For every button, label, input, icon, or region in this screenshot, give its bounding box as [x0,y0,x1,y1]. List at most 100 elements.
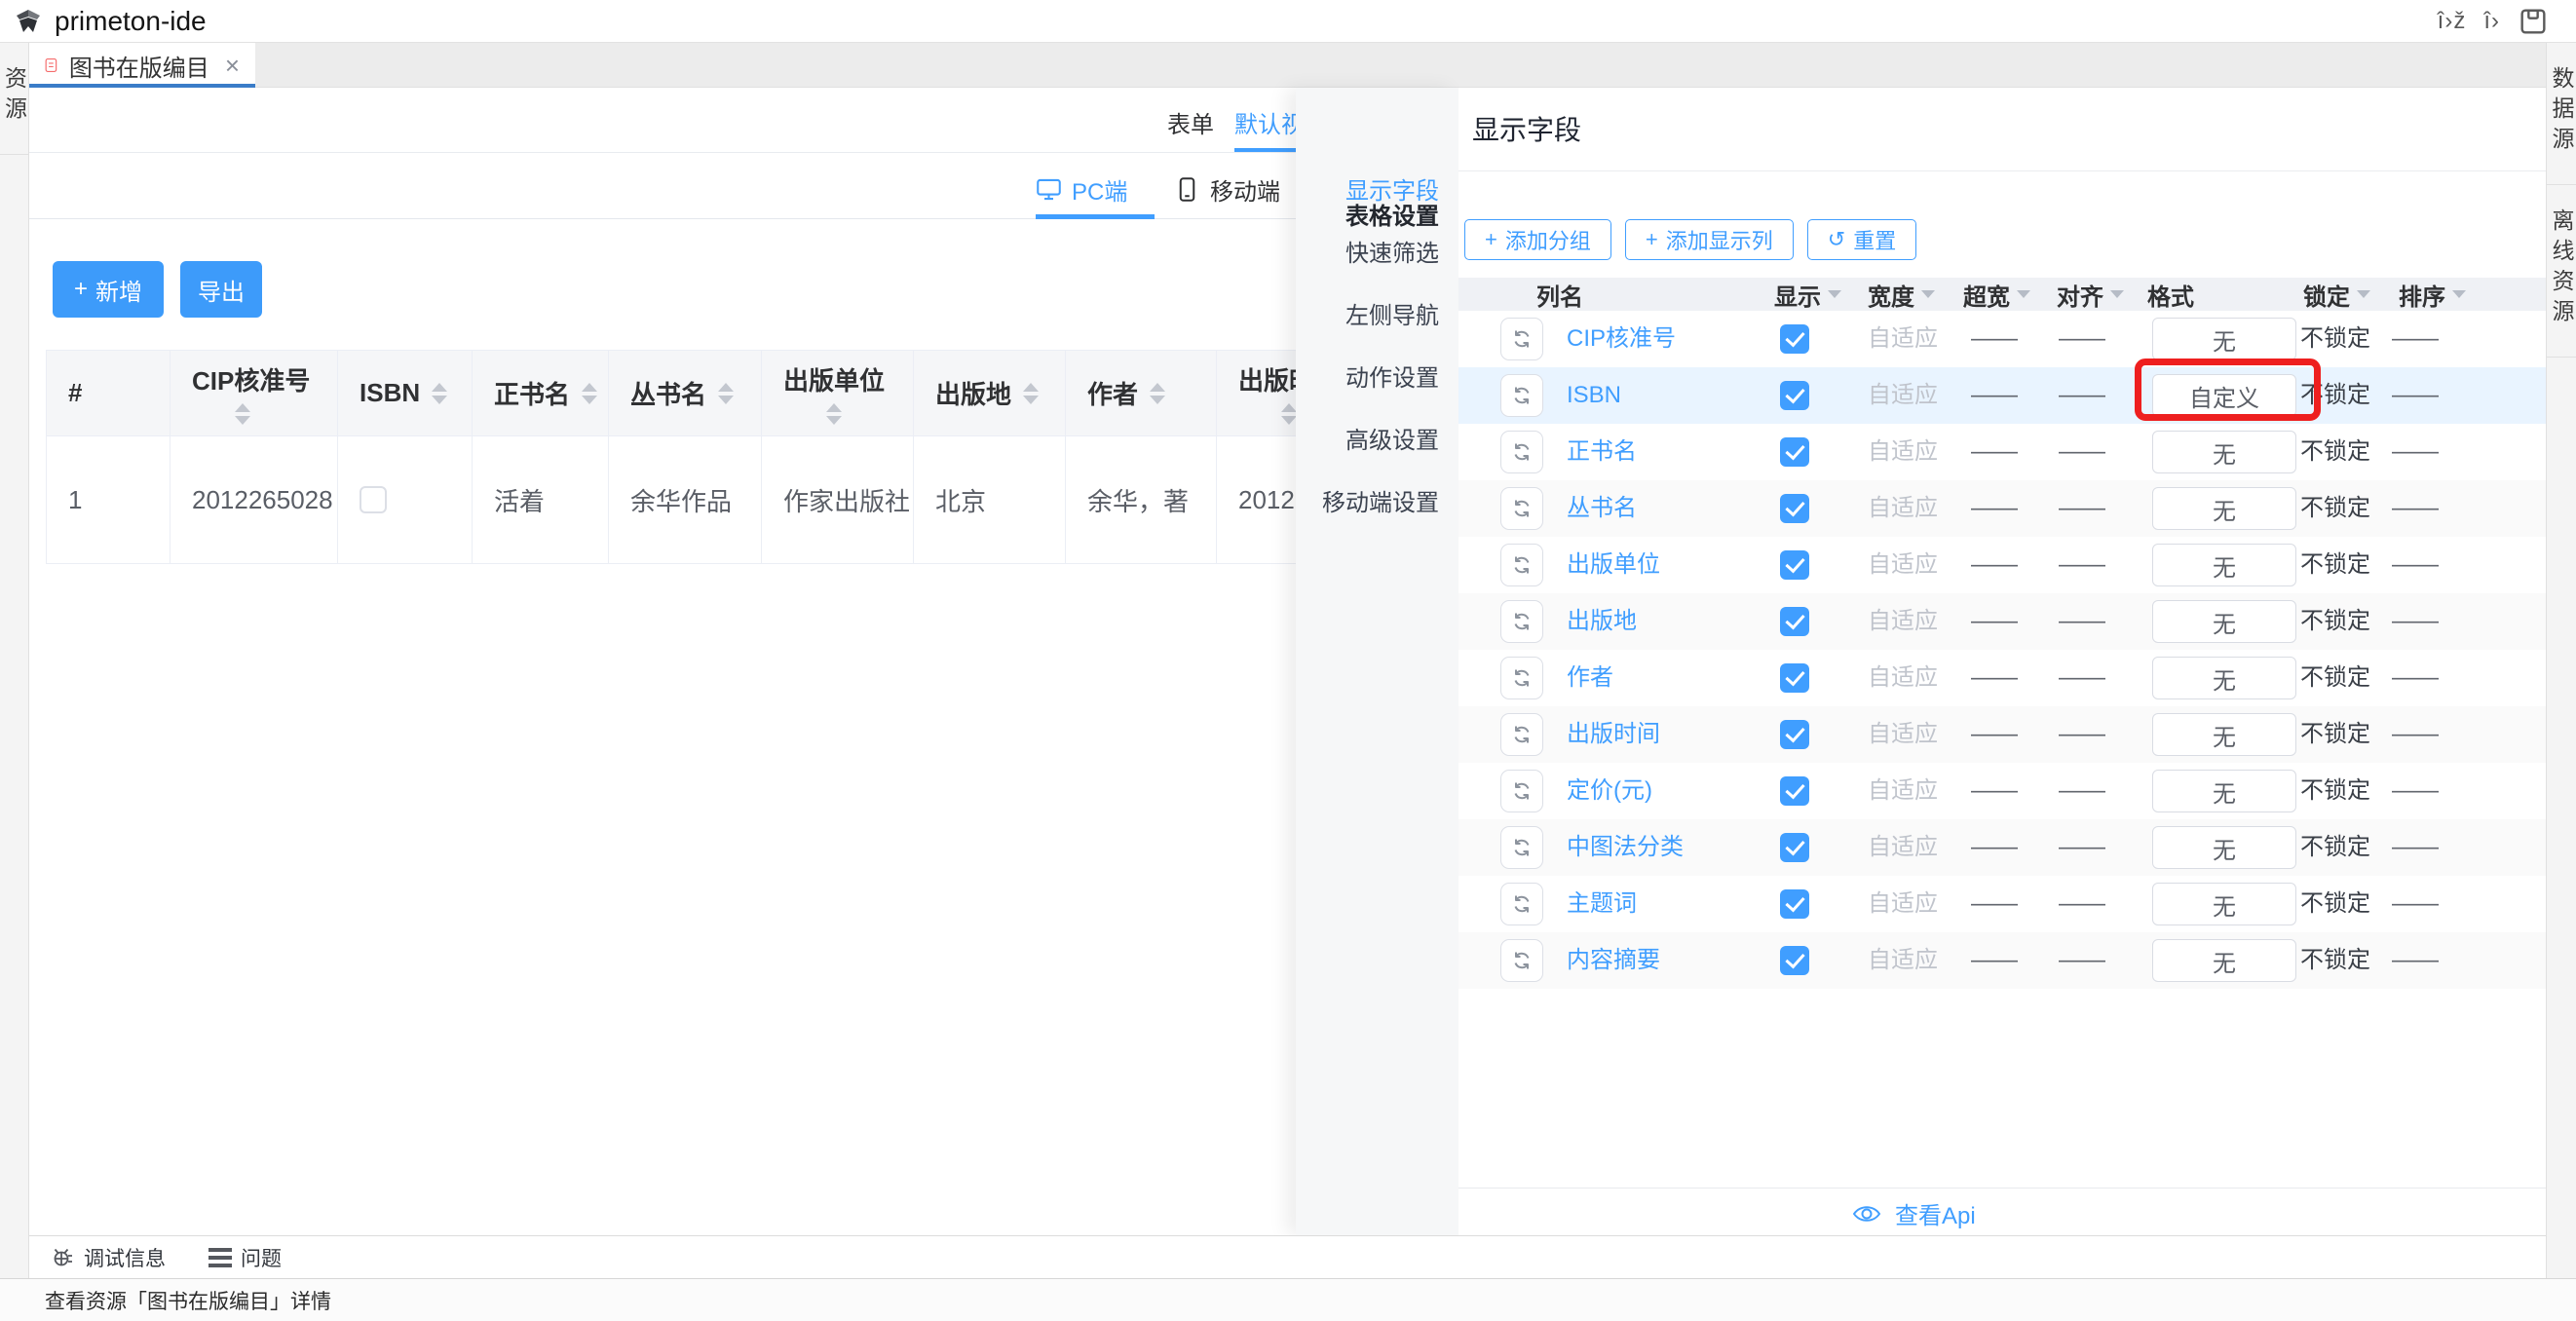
table-row[interactable]: 1 2012265028 活着 余华作品 作家出版社 北京 余华，著 2012. [47,436,1383,563]
titlebar-glyph-icon[interactable]: î›ž [2438,8,2467,35]
grid-column-header[interactable]: 超宽 [1963,278,2030,311]
refresh-icon[interactable] [1500,939,1543,982]
grid-column-header[interactable]: 显示 [1774,278,1841,311]
refresh-icon[interactable] [1500,883,1543,925]
chevron-down-icon[interactable] [2017,290,2030,298]
field-name-link[interactable]: 出版地 [1567,593,1637,650]
visible-checkbox[interactable] [1780,324,1809,354]
field-name-link[interactable]: CIP核准号 [1567,311,1676,367]
field-name-link[interactable]: 内容摘要 [1567,932,1660,989]
visible-checkbox[interactable] [1780,381,1809,410]
isbn-checkbox[interactable] [360,486,387,513]
grid-column-header[interactable]: 宽度 [1868,278,1935,311]
sidebar-item[interactable]: 快速筛选 [1345,234,1439,268]
panel-action-button[interactable]: + 添加分组 [1464,219,1611,260]
sort-arrows-icon[interactable] [432,383,447,404]
field-name-link[interactable]: 出版时间 [1567,706,1660,763]
format-button[interactable]: 无 [2152,826,2296,869]
chevron-down-icon[interactable] [2452,290,2466,298]
panel-action-button[interactable]: ↺ 重置 [1807,219,1916,260]
refresh-icon[interactable] [1500,487,1543,530]
sidebar-item[interactable]: 高级设置 [1345,421,1439,455]
sidebar-item[interactable]: 显示字段 [1345,171,1439,206]
sidebar-item[interactable]: 动作设置 [1345,359,1439,393]
field-row[interactable]: 出版地 自适应 —— —— 无 不锁定 —— [1458,593,2546,650]
refresh-icon[interactable] [1500,318,1543,360]
field-name-link[interactable]: 丛书名 [1567,480,1637,537]
visible-checkbox[interactable] [1780,437,1809,467]
field-row[interactable]: 出版单位 自适应 —— —— 无 不锁定 —— [1458,537,2546,593]
save-icon[interactable] [2518,6,2549,37]
field-row[interactable]: 定价(元) 自适应 —— —— 无 不锁定 —— [1458,763,2546,819]
field-row[interactable]: 丛书名 自适应 —— —— 无 不锁定 —— [1458,480,2546,537]
chevron-down-icon[interactable] [2110,290,2124,298]
refresh-icon[interactable] [1500,374,1543,417]
titlebar-glyph2-icon[interactable]: î› [2483,8,2500,35]
column-header[interactable]: 作者 [1066,351,1217,435]
format-button[interactable]: 无 [2152,544,2296,586]
chevron-down-icon[interactable] [2357,290,2370,298]
export-button[interactable]: 导出 [180,261,262,318]
debug-info-button[interactable]: 调试信息 [50,1243,166,1272]
refresh-icon[interactable] [1500,431,1543,473]
field-name-link[interactable]: 作者 [1567,650,1613,706]
format-button[interactable]: 无 [2152,657,2296,699]
visible-checkbox[interactable] [1780,607,1809,636]
sort-arrows-icon[interactable] [1023,383,1039,404]
chevron-down-icon[interactable] [1828,290,1841,298]
format-button[interactable]: 无 [2152,883,2296,925]
field-name-link[interactable]: 主题词 [1567,876,1637,932]
format-button[interactable]: 无 [2152,431,2296,473]
column-header[interactable]: ISBN [338,351,473,435]
sort-arrows-icon[interactable] [718,383,734,404]
format-button[interactable]: 自定义 [2152,374,2296,417]
field-name-link[interactable]: 中图法分类 [1567,819,1684,876]
sidebar-item[interactable]: 移动端设置 [1322,483,1439,517]
rail-item-resources[interactable]: 资源 [0,66,31,127]
field-name-link[interactable]: 正书名 [1567,424,1637,480]
tab-pc[interactable]: PC端 [1036,172,1127,207]
visible-checkbox[interactable] [1780,494,1809,523]
grid-column-header[interactable]: 排序 [2399,278,2466,311]
problems-button[interactable]: 问题 [208,1243,282,1272]
sort-arrows-icon[interactable] [582,383,597,404]
column-header[interactable]: 正书名 [473,351,609,435]
visible-checkbox[interactable] [1780,550,1809,580]
visible-checkbox[interactable] [1780,889,1809,919]
close-icon[interactable]: × [225,53,240,78]
field-row[interactable]: 中图法分类 自适应 —— —— 无 不锁定 —— [1458,819,2546,876]
format-button[interactable]: 无 [2152,939,2296,982]
field-row[interactable]: 出版时间 自适应 —— —— 无 不锁定 —— [1458,706,2546,763]
refresh-icon[interactable] [1500,657,1543,699]
tab-book-cip[interactable]: 图书在版编目 × [29,43,255,88]
field-row[interactable]: 作者 自适应 —— —— 无 不锁定 —— [1458,650,2546,706]
column-header[interactable]: 出版单位 [762,351,914,435]
format-button[interactable]: 无 [2152,487,2296,530]
field-name-link[interactable]: 定价(元) [1567,763,1652,819]
panel-action-button[interactable]: + 添加显示列 [1625,219,1794,260]
chevron-down-icon[interactable] [1921,290,1935,298]
column-header[interactable]: 出版地 [914,351,1066,435]
rail-item[interactable]: 离线资源 [2545,208,2576,329]
field-name-link[interactable]: 出版单位 [1567,537,1660,593]
view-api-link[interactable]: 查看Api [1852,1196,1976,1230]
visible-checkbox[interactable] [1780,833,1809,862]
column-header[interactable]: # [47,351,170,435]
sort-arrows-icon[interactable] [1281,403,1297,425]
grid-column-header[interactable]: 列名 [1536,278,1583,311]
field-row[interactable]: 正书名 自适应 —— —— 无 不锁定 —— [1458,424,2546,480]
format-button[interactable]: 无 [2152,770,2296,812]
sort-arrows-icon[interactable] [1150,383,1165,404]
grid-column-header[interactable]: 锁定 [2303,278,2370,311]
add-button[interactable]: + 新增 [53,261,164,318]
tab-mobile[interactable]: 移动端 [1174,172,1280,207]
refresh-icon[interactable] [1500,713,1543,756]
format-button[interactable]: 无 [2152,713,2296,756]
refresh-icon[interactable] [1500,600,1543,643]
field-name-link[interactable]: ISBN [1567,367,1621,424]
field-row[interactable]: 内容摘要 自适应 —— —— 无 不锁定 —— [1458,932,2546,989]
grid-column-header[interactable]: 对齐 [2057,278,2124,311]
refresh-icon[interactable] [1500,826,1543,869]
visible-checkbox[interactable] [1780,946,1809,975]
visible-checkbox[interactable] [1780,776,1809,806]
